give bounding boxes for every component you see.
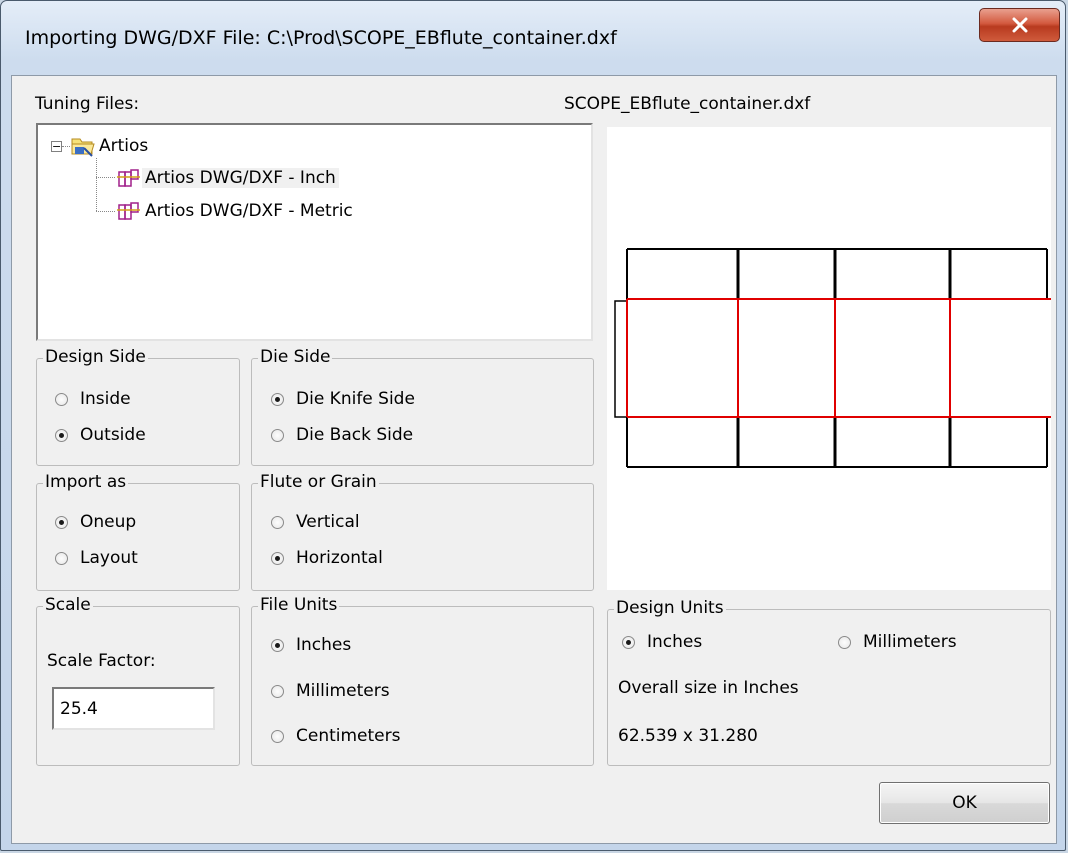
title-bar[interactable]: Importing DWG/DXF File: C:\Prod\SCOPE_EB…: [1, 1, 1065, 75]
dieline-drawing: [614, 248, 1051, 468]
radio-checked-icon: [55, 428, 68, 442]
import-layout-radio[interactable]: Layout: [55, 548, 138, 568]
flute-horizontal-radio[interactable]: Horizontal: [271, 548, 383, 568]
close-button[interactable]: [979, 8, 1060, 42]
file-units-millimeters-radio[interactable]: Millimeters: [271, 681, 390, 701]
group-title: Die Side: [258, 347, 333, 367]
radio-label: Centimeters: [296, 726, 401, 746]
radio-unchecked-icon: [838, 635, 851, 649]
radio-label: Die Back Side: [296, 425, 414, 445]
tree-item-metric[interactable]: Artios DWG/DXF - Metric: [116, 198, 356, 224]
die-side-group: Die Side Die Knife Side Die Back Side: [251, 347, 594, 466]
window-title: Importing DWG/DXF File: C:\Prod\SCOPE_EB…: [25, 27, 617, 49]
radio-label: Inches: [296, 635, 352, 655]
tree-item-artios[interactable]: Artios: [70, 133, 151, 159]
import-oneup-radio[interactable]: Oneup: [55, 512, 136, 532]
import-dialog-window: Importing DWG/DXF File: C:\Prod\SCOPE_EB…: [0, 0, 1066, 851]
radio-label: Die Knife Side: [296, 389, 415, 409]
overall-size-label: Overall size in Inches: [618, 678, 799, 698]
radio-label: Inches: [647, 632, 703, 652]
die-back-side-radio[interactable]: Die Back Side: [271, 425, 413, 445]
tuning-files-tree[interactable]: − Artios Artios DWG/DXF - Inch Artios DW…: [36, 123, 593, 341]
preview-filename: SCOPE_EBflute_container.dxf: [564, 94, 811, 114]
radio-label: Outside: [80, 425, 146, 445]
radio-checked-icon: [622, 635, 635, 649]
group-title: File Units: [258, 595, 340, 615]
group-title: Scale: [43, 595, 93, 615]
tree-item-label: Artios DWG/DXF - Inch: [142, 168, 339, 188]
design-side-outside-radio[interactable]: Outside: [55, 425, 146, 445]
tuning-files-label: Tuning Files:: [35, 94, 140, 114]
flute-vertical-radio[interactable]: Vertical: [271, 512, 360, 532]
radio-unchecked-icon: [55, 551, 68, 565]
radio-checked-icon: [271, 392, 284, 406]
group-title: Import as: [43, 472, 129, 492]
import-as-group: Import as Oneup Layout: [36, 472, 240, 591]
design-side-group: Design Side Inside Outside: [36, 347, 240, 466]
tuning-file-icon: [117, 169, 140, 187]
radio-label: Inside: [80, 389, 131, 409]
design-units-inches-radio[interactable]: Inches: [622, 632, 702, 652]
flute-or-grain-group: Flute or Grain Vertical Horizontal: [251, 472, 594, 591]
radio-unchecked-icon: [271, 684, 284, 698]
ok-button[interactable]: OK: [879, 782, 1050, 824]
design-units-millimeters-radio[interactable]: Millimeters: [838, 632, 957, 652]
tree-item-label: Artios: [99, 136, 149, 156]
radio-label: Layout: [80, 548, 138, 568]
scale-factor-input[interactable]: [52, 687, 215, 730]
radio-checked-icon: [271, 551, 284, 565]
dialog-client-area: Tuning Files: − Artios Artios DWG/DXF - …: [11, 75, 1057, 844]
radio-label: Millimeters: [863, 632, 957, 652]
tree-item-label: Artios DWG/DXF - Metric: [145, 201, 353, 221]
dieline-preview: [607, 127, 1051, 590]
collapse-icon[interactable]: −: [51, 141, 62, 152]
radio-unchecked-icon: [271, 515, 284, 529]
radio-label: Millimeters: [296, 681, 390, 701]
file-units-inches-radio[interactable]: Inches: [271, 635, 351, 655]
tree-item-inch[interactable]: Artios DWG/DXF - Inch: [116, 165, 339, 191]
radio-checked-icon: [271, 638, 284, 652]
radio-unchecked-icon: [55, 392, 68, 406]
group-title: Design Side: [43, 347, 148, 367]
radio-unchecked-icon: [271, 428, 284, 442]
overall-size-value: 62.539 x 31.280: [618, 726, 758, 746]
design-units-group: Design Units Inches Millimeters Overall …: [607, 598, 1051, 766]
tuning-file-icon: [117, 202, 140, 220]
scale-factor-label: Scale Factor:: [47, 651, 156, 671]
group-title: Design Units: [614, 598, 726, 618]
design-side-inside-radio[interactable]: Inside: [55, 389, 131, 409]
scale-group: Scale Scale Factor:: [36, 595, 240, 766]
radio-unchecked-icon: [271, 729, 284, 743]
file-units-group: File Units Inches Millimeters Centimeter…: [251, 595, 594, 766]
group-title: Flute or Grain: [258, 472, 379, 492]
radio-label: Horizontal: [296, 548, 383, 568]
radio-checked-icon: [55, 515, 68, 529]
folder-icon: [71, 138, 95, 157]
close-x-icon: [1012, 17, 1027, 33]
die-knife-side-radio[interactable]: Die Knife Side: [271, 389, 415, 409]
radio-label: Oneup: [80, 512, 137, 532]
radio-label: Vertical: [296, 512, 360, 532]
file-units-centimeters-radio[interactable]: Centimeters: [271, 726, 400, 746]
